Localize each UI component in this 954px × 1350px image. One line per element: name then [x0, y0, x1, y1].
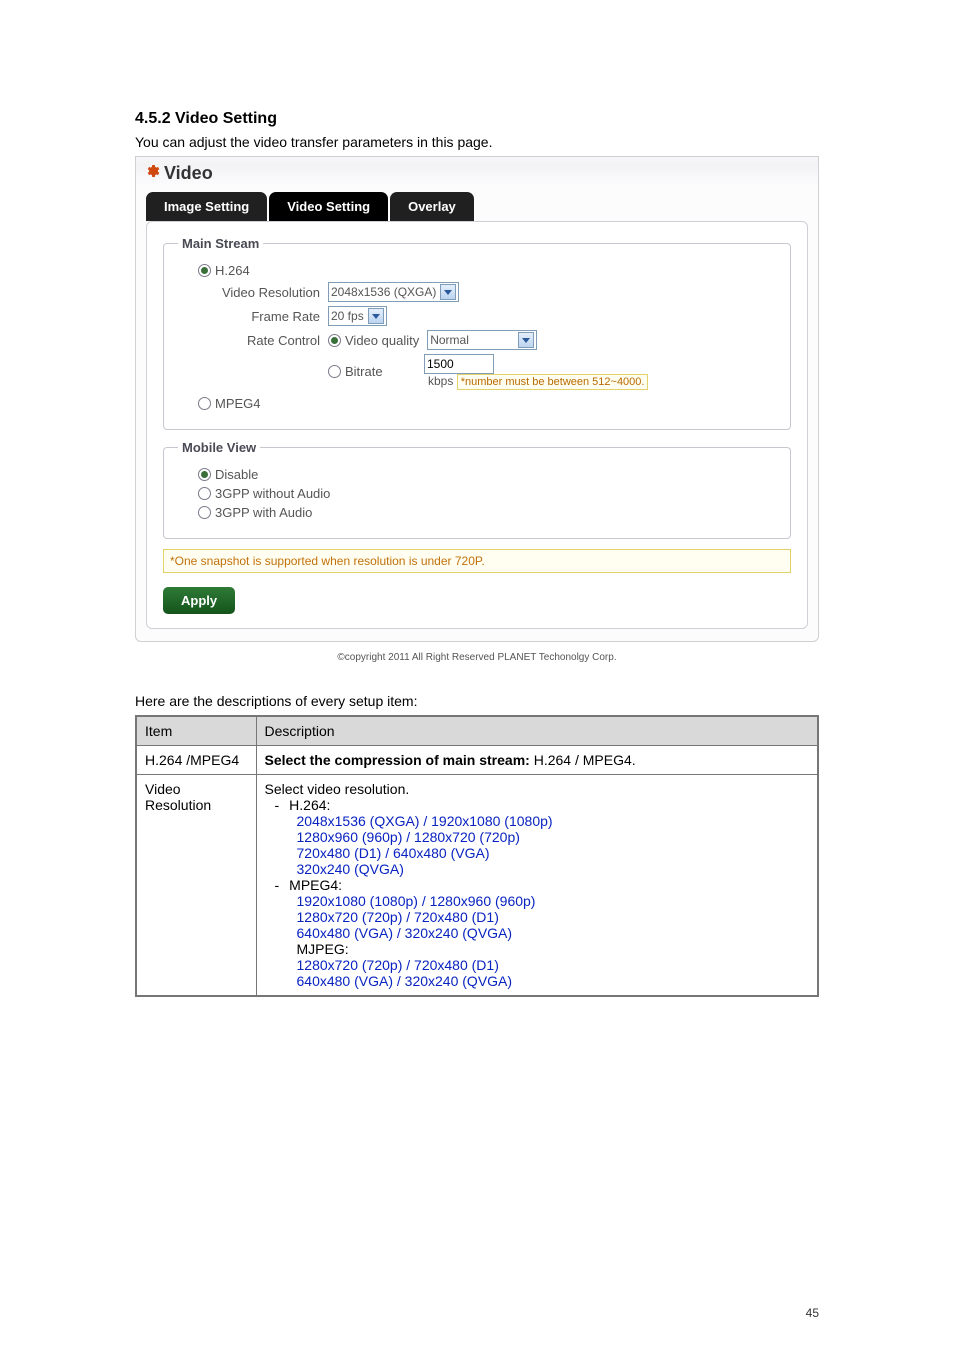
desc-intro: Here are the descriptions of every setup… [135, 693, 819, 709]
cell-item: H.264 /MPEG4 [136, 746, 256, 775]
radio-3gpp-audio-label: 3GPP with Audio [215, 505, 312, 520]
res-line: 640x480 (VGA) / 320x240 (QVGA) [297, 925, 810, 941]
cell-desc: Select video resolution. H.264: 2048x153… [256, 775, 818, 997]
bitrate-label: Bitrate [345, 364, 383, 379]
res-line: 1280x960 (960p) / 1280x720 (720p) [297, 829, 810, 845]
video-resolution-select[interactable]: 2048x1536 (QXGA) [328, 282, 459, 302]
video-header-text: Video [164, 163, 213, 184]
tab-video-setting[interactable]: Video Setting [269, 192, 388, 221]
chevron-down-icon [440, 284, 456, 300]
page-number: 45 [806, 1306, 819, 1320]
video-quality-label: Video quality [345, 333, 419, 348]
cell-desc-line: Select video resolution. [265, 781, 810, 797]
res-line: 320x240 (QVGA) [297, 861, 810, 877]
radio-dot-icon [328, 365, 341, 378]
main-stream-group: Main Stream H.264 Video Resolution 2048x… [163, 236, 791, 430]
bitrate-range-note: *number must be between 512~4000. [457, 374, 649, 390]
radio-3gpp-audio[interactable]: 3GPP with Audio [198, 505, 312, 520]
frame-rate-select[interactable]: 20 fps [328, 306, 387, 326]
section-intro: You can adjust the video transfer parame… [135, 134, 819, 150]
bitrate-input[interactable] [424, 354, 494, 374]
video-quality-value: Normal [430, 333, 514, 347]
radio-video-quality[interactable]: Video quality [328, 333, 419, 348]
table-row: Video Resolution Select video resolution… [136, 775, 818, 997]
tab-image-setting[interactable]: Image Setting [146, 192, 267, 221]
radio-dot-icon [198, 506, 211, 519]
cell-desc-rest: H.264 / MPEG4. [534, 752, 636, 768]
res-line: 1280x720 (720p) / 720x480 (D1) [297, 957, 810, 973]
tab-overlay[interactable]: Overlay [390, 192, 474, 221]
radio-dot-icon [198, 468, 211, 481]
radio-dot-icon [198, 264, 211, 277]
radio-bitrate[interactable]: Bitrate [328, 364, 424, 379]
frame-rate-value: 20 fps [331, 309, 364, 323]
cog-icon [144, 163, 160, 184]
th-description: Description [256, 716, 818, 746]
cell-desc: Select the compression of main stream: H… [256, 746, 818, 775]
radio-dot-icon [198, 397, 211, 410]
panel-body: Main Stream H.264 Video Resolution 2048x… [146, 221, 808, 629]
res-line: 640x480 (VGA) / 320x240 (QVGA) [297, 973, 810, 989]
radio-3gpp-no-audio[interactable]: 3GPP without Audio [198, 486, 330, 501]
cell-desc-bold: Select the compression of main stream: [265, 752, 534, 768]
video-quality-select[interactable]: Normal [427, 330, 537, 350]
radio-dot-icon [328, 334, 341, 347]
video-header: Video [136, 157, 818, 186]
cell-item-line2: Resolution [145, 797, 248, 813]
chevron-down-icon [518, 332, 534, 348]
res-line: 720x480 (D1) / 640x480 (VGA) [297, 845, 810, 861]
section-heading: 4.5.2 Video Setting [135, 110, 819, 128]
bullet-mpeg4: MPEG4: [275, 877, 810, 893]
bullet-h264: H.264: [275, 797, 810, 813]
mobile-view-group: Mobile View Disable 3GPP without Audio 3… [163, 440, 791, 539]
res-line: MJPEG: [297, 941, 810, 957]
rate-control-label: Rate Control [178, 333, 328, 348]
tabs: Image Setting Video Setting Overlay [146, 192, 808, 221]
main-stream-legend: Main Stream [178, 236, 263, 251]
radio-dot-icon [198, 487, 211, 500]
radio-h264[interactable]: H.264 [198, 263, 250, 278]
res-line: 2048x1536 (QXGA) / 1920x1080 (1080p) [297, 813, 810, 829]
video-resolution-value: 2048x1536 (QXGA) [331, 285, 436, 299]
description-table: Item Description H.264 /MPEG4 Select the… [135, 715, 819, 997]
radio-disable-label: Disable [215, 467, 258, 482]
radio-mpeg4-label: MPEG4 [215, 396, 261, 411]
video-panel: Video Image Setting Video Setting Overla… [135, 156, 819, 642]
video-resolution-label: Video Resolution [178, 285, 328, 300]
table-row: H.264 /MPEG4 Select the compression of m… [136, 746, 818, 775]
radio-mpeg4[interactable]: MPEG4 [198, 396, 261, 411]
apply-button[interactable]: Apply [163, 587, 235, 614]
frame-rate-label: Frame Rate [178, 309, 328, 324]
res-line: 1920x1080 (1080p) / 1280x960 (960p) [297, 893, 810, 909]
res-line: 1280x720 (720p) / 720x480 (D1) [297, 909, 810, 925]
radio-3gpp-no-audio-label: 3GPP without Audio [215, 486, 330, 501]
mobile-view-legend: Mobile View [178, 440, 260, 455]
cell-item: Video Resolution [136, 775, 256, 997]
copyright-text: ©copyright 2011 All Right Reserved PLANE… [135, 652, 819, 663]
kbps-label: kbps [428, 374, 453, 388]
radio-h264-label: H.264 [215, 263, 250, 278]
cell-item-line1: Video [145, 781, 248, 797]
th-item: Item [136, 716, 256, 746]
snapshot-note: *One snapshot is supported when resoluti… [163, 549, 791, 573]
chevron-down-icon [368, 308, 384, 324]
radio-disable[interactable]: Disable [198, 467, 258, 482]
